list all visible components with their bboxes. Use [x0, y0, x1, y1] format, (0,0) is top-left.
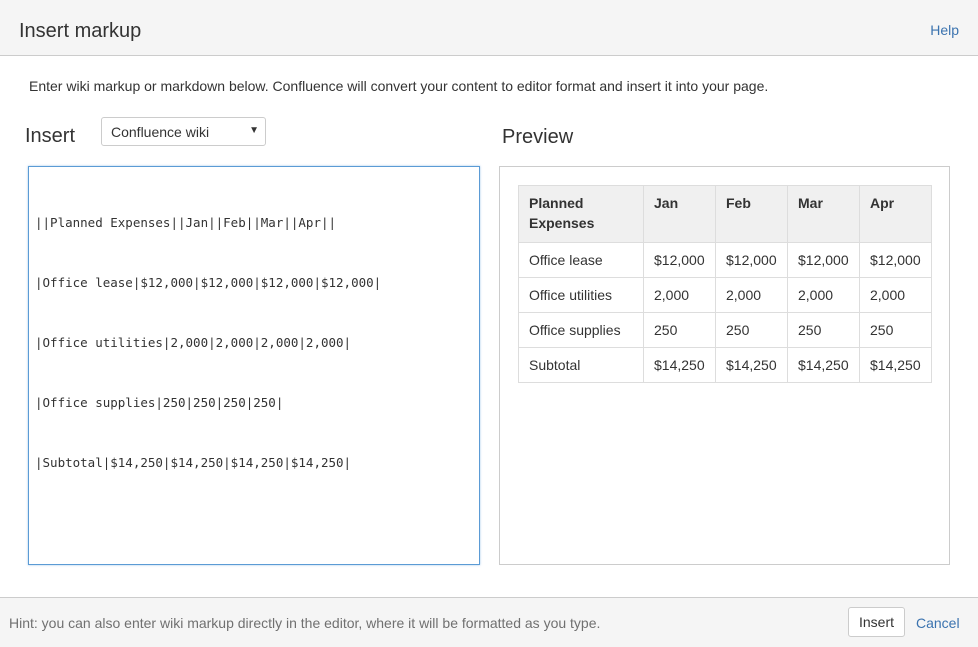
table-cell: Office lease	[518, 242, 644, 278]
markup-line: |Office utilities|2,000|2,000|2,000|2,00…	[35, 335, 352, 350]
table-cell: 2,000	[787, 277, 860, 313]
table-header-cell: Jan	[643, 185, 716, 243]
markup-line: |Subtotal|$14,250|$14,250|$14,250|$14,25…	[35, 455, 352, 470]
table-cell: $14,250	[715, 347, 788, 383]
table-header-cell: Apr	[859, 185, 932, 243]
table-cell: $14,250	[787, 347, 860, 383]
dialog-footer: Hint: you can also enter wiki markup dir…	[0, 597, 978, 647]
dialog-header: Insert markup Help	[0, 0, 978, 56]
table-row: Office lease $12,000 $12,000 $12,000 $12…	[518, 242, 932, 278]
table-header-cell: Planned Expenses	[518, 185, 644, 243]
markup-line: |Office supplies|250|250|250|250|	[35, 395, 284, 410]
table-row: Subtotal $14,250 $14,250 $14,250 $14,250	[518, 347, 932, 383]
format-select-value: Confluence wiki	[111, 124, 210, 140]
table-cell: Office utilities	[518, 277, 644, 313]
table-cell: $14,250	[859, 347, 932, 383]
table-cell: 250	[715, 312, 788, 348]
markup-line: |Office lease|$12,000|$12,000|$12,000|$1…	[35, 275, 382, 290]
table-cell: 2,000	[859, 277, 932, 313]
help-link[interactable]: Help	[930, 22, 959, 38]
table-cell: Office supplies	[518, 312, 644, 348]
table-header-row: Planned Expenses Jan Feb Mar Apr	[518, 185, 932, 243]
insert-button[interactable]: Insert	[848, 607, 905, 637]
table-cell: $12,000	[715, 242, 788, 278]
table-cell: 2,000	[643, 277, 716, 313]
cancel-link[interactable]: Cancel	[916, 615, 960, 631]
table-header-cell: Feb	[715, 185, 788, 243]
table-cell: $14,250	[643, 347, 716, 383]
preview-pane: Planned Expenses Jan Feb Mar Apr Office …	[499, 166, 950, 565]
insert-label: Insert	[25, 125, 76, 147]
table-cell: 2,000	[715, 277, 788, 313]
markup-line: ||Planned Expenses||Jan||Feb||Mar||Apr||	[35, 215, 337, 230]
format-select[interactable]: Confluence wiki ▼	[101, 117, 266, 146]
table-row: Office supplies 250 250 250 250	[518, 312, 932, 348]
table-cell: 250	[643, 312, 716, 348]
intro-text: Enter wiki markup or markdown below. Con…	[29, 78, 769, 94]
preview-label: Preview	[502, 126, 574, 148]
table-cell: 250	[787, 312, 860, 348]
table-cell: 250	[859, 312, 932, 348]
table-cell: $12,000	[859, 242, 932, 278]
table-cell: Subtotal	[518, 347, 644, 383]
table-cell: $12,000	[787, 242, 860, 278]
preview-table: Planned Expenses Jan Feb Mar Apr Office …	[518, 185, 932, 383]
dialog-title: Insert markup	[19, 20, 142, 42]
hint-text: Hint: you can also enter wiki markup dir…	[9, 615, 601, 631]
table-header-cell: Mar	[787, 185, 860, 243]
table-row: Office utilities 2,000 2,000 2,000 2,000	[518, 277, 932, 313]
markup-textarea[interactable]: ||Planned Expenses||Jan||Feb||Mar||Apr||…	[28, 166, 480, 565]
caret-down-icon: ▼	[249, 125, 259, 136]
table-cell: $12,000	[643, 242, 716, 278]
